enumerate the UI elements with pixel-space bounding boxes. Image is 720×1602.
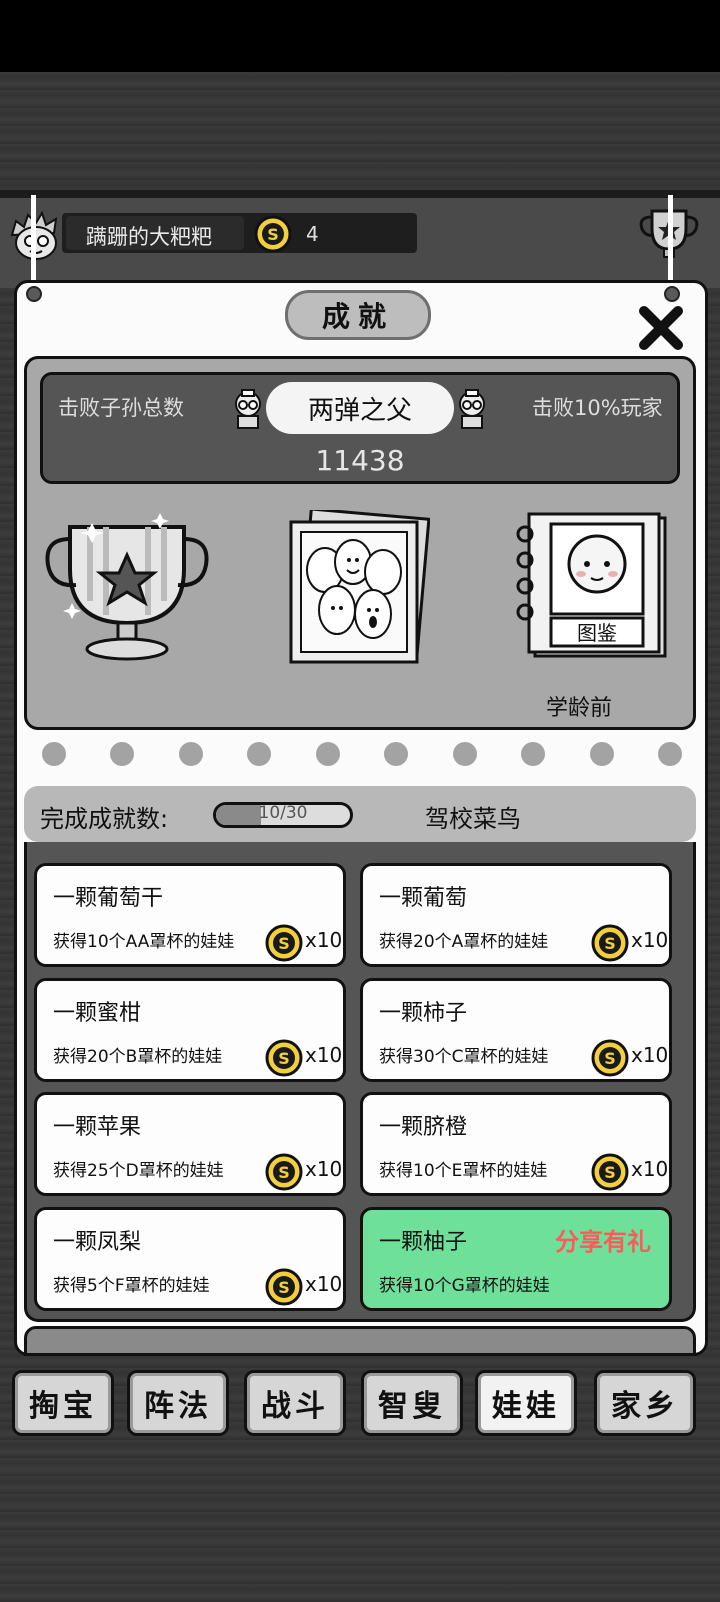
page-dot[interactable] xyxy=(178,742,203,766)
handbook-cover-text: 图鉴 xyxy=(577,621,617,645)
achievement-desc: 获得5个F罩杯的娃娃 xyxy=(53,1276,210,1296)
nav-button[interactable]: 家乡 xyxy=(594,1370,696,1436)
achievement-reward: x10 xyxy=(305,1043,343,1067)
achievement-card[interactable]: 一颗葡萄干获得10个AA罩杯的娃娃 Sx10 xyxy=(34,863,346,967)
achievement-title: 一颗苹果 xyxy=(53,1115,142,1140)
svg-text:S: S xyxy=(604,934,616,953)
achievement-reward: x10 xyxy=(631,1043,669,1067)
share-gift-label[interactable]: 分享有礼 xyxy=(555,1222,651,1257)
trophy-icon[interactable] xyxy=(42,505,212,665)
achievement-reward: x10 xyxy=(631,1157,669,1181)
achievement-title: 一颗葡萄 xyxy=(379,886,468,911)
page-dot[interactable] xyxy=(315,742,340,766)
achievement-reward: x10 xyxy=(631,928,669,952)
achievement-title: 一颗柚子 xyxy=(379,1230,468,1255)
coin-icon: S xyxy=(265,924,303,966)
achievement-card[interactable]: 一颗凤梨获得5个F罩杯的娃娃 Sx10 xyxy=(34,1207,346,1311)
achievement-desc: 获得10个AA罩杯的娃娃 xyxy=(53,932,235,952)
achievement-title: 一颗柿子 xyxy=(379,1001,468,1026)
achievement-card[interactable]: 一颗苹果获得25个D罩杯的娃娃 Sx10 xyxy=(34,1092,346,1196)
page-dot[interactable] xyxy=(657,742,682,766)
player-name: 蹒跚的大粑粑 xyxy=(86,225,212,249)
progress-text: 10/30 xyxy=(258,803,308,823)
page-dot[interactable] xyxy=(42,742,66,766)
handbook-icon[interactable]: 图鉴 xyxy=(515,510,675,670)
achievement-desc: 获得20个A罩杯的娃娃 xyxy=(379,932,549,952)
defeat-label: 击败子孙总数 xyxy=(58,396,184,420)
coin-icon: S xyxy=(591,1039,629,1081)
nav-button[interactable]: 战斗 xyxy=(244,1370,346,1436)
mini-character-icon xyxy=(235,389,261,429)
coin-icon: S xyxy=(591,924,629,966)
achievement-title: 一颗凤梨 xyxy=(53,1230,142,1255)
defeat-count: 11438 xyxy=(315,444,405,477)
defeat-percent: 击败10%玩家 xyxy=(532,396,663,420)
svg-text:S: S xyxy=(278,934,290,953)
page-dot[interactable] xyxy=(384,742,409,766)
nav-button[interactable]: 阵法 xyxy=(127,1370,229,1436)
svg-text:S: S xyxy=(278,1278,290,1297)
hanging-string-left xyxy=(31,195,36,290)
mini-character-icon xyxy=(459,389,485,429)
page-dot[interactable] xyxy=(247,742,272,766)
achievement-reward: x10 xyxy=(305,1157,343,1181)
close-icon[interactable] xyxy=(636,303,686,353)
achievement-reward: x10 xyxy=(305,928,343,952)
svg-text:S: S xyxy=(278,1049,290,1068)
achievement-desc: 获得10个G罩杯的娃娃 xyxy=(379,1276,550,1296)
svg-text:S: S xyxy=(604,1163,616,1182)
coin-icon: S xyxy=(591,1153,629,1195)
achievement-desc: 获得30个C罩杯的娃娃 xyxy=(379,1047,549,1067)
panel-title: 成就 xyxy=(285,290,431,340)
svg-text:S: S xyxy=(267,225,279,244)
coin-count: 4 xyxy=(306,222,319,246)
page-indicator xyxy=(42,742,682,766)
coin-icon: S xyxy=(265,1153,303,1195)
achievement-desc: 获得25个D罩杯的娃娃 xyxy=(53,1161,224,1181)
player-avatar-icon[interactable] xyxy=(6,205,66,265)
achievement-reward: x10 xyxy=(305,1272,343,1296)
page-dot[interactable] xyxy=(589,742,614,766)
nav-button[interactable]: 掏宝 xyxy=(12,1370,114,1436)
achievement-title: 一颗蜜柑 xyxy=(53,1001,142,1026)
coin-icon: S xyxy=(254,215,292,253)
nav-button[interactable]: 娃娃 xyxy=(475,1370,577,1436)
panel-pin-left xyxy=(26,286,42,302)
page-dot[interactable] xyxy=(452,742,477,766)
handbook-label: 学龄前 xyxy=(546,696,613,721)
progress-rank: 驾校菜鸟 xyxy=(425,805,521,833)
achievement-card[interactable]: 一颗蜜柑获得20个B罩杯的娃娃 Sx10 xyxy=(34,978,346,1082)
achievement-card[interactable]: 一颗葡萄获得20个A罩杯的娃娃 Sx10 xyxy=(360,863,672,967)
coin-icon: S xyxy=(265,1268,303,1310)
achievement-card[interactable]: 一颗脐橙获得10个E罩杯的娃娃 Sx10 xyxy=(360,1092,672,1196)
background-band xyxy=(0,190,720,198)
achievement-desc: 获得10个E罩杯的娃娃 xyxy=(379,1161,548,1181)
panel-pin-right xyxy=(664,286,680,302)
svg-text:S: S xyxy=(604,1049,616,1068)
progress-label: 完成成就数: xyxy=(40,805,169,833)
photo-album-icon[interactable] xyxy=(285,510,430,670)
achievement-card[interactable]: 一颗柚子获得10个G罩杯的娃娃 分享有礼 xyxy=(360,1207,672,1311)
page-dot[interactable] xyxy=(521,742,546,766)
coin-icon: S xyxy=(265,1039,303,1081)
achievement-title: 一颗葡萄干 xyxy=(53,886,164,911)
rank-title: 两弹之父 xyxy=(266,382,454,434)
svg-text:S: S xyxy=(278,1163,290,1182)
hanging-string-right xyxy=(668,195,673,290)
page-dot[interactable] xyxy=(110,742,135,766)
achievement-title: 一颗脐橙 xyxy=(379,1115,468,1140)
bottom-background xyxy=(0,1440,720,1602)
list-next-section xyxy=(24,1326,696,1356)
achievement-desc: 获得20个B罩杯的娃娃 xyxy=(53,1047,223,1067)
achievement-card[interactable]: 一颗柿子获得30个C罩杯的娃娃 Sx10 xyxy=(360,978,672,1082)
status-bar xyxy=(0,0,720,72)
nav-button[interactable]: 智叟 xyxy=(361,1370,463,1436)
